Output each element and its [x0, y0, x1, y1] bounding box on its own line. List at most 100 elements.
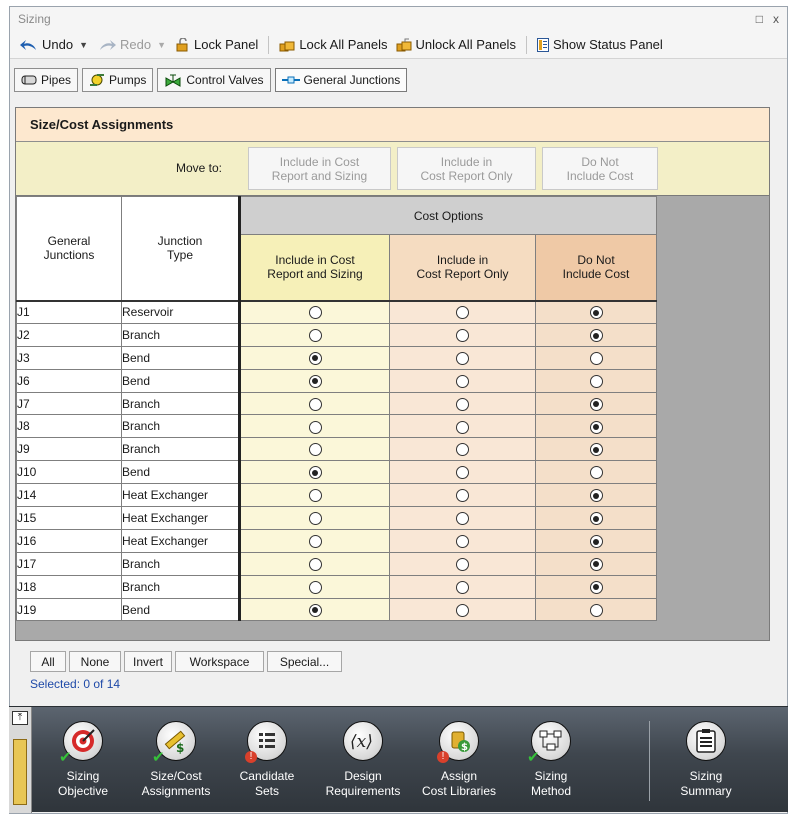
include-cost-sizing-radio[interactable] [308, 374, 322, 388]
move-to-do-not-include-button[interactable]: Do Not Include Cost [542, 147, 658, 190]
include-cost-sizing-radio[interactable] [308, 535, 322, 549]
nav-assign-cost-libraries[interactable]: $ ! Assign Cost Libraries [413, 721, 505, 799]
include-cost-sizing-radio[interactable] [308, 466, 322, 480]
cost-report-only-radio[interactable] [456, 306, 469, 320]
do-not-include-radio[interactable] [589, 603, 603, 617]
cost-report-only-radio[interactable] [456, 329, 469, 342]
table-row[interactable]: J14 Heat Exchanger [16, 483, 657, 508]
cost-report-only-radio[interactable] [456, 603, 469, 617]
nav-size-cost-assignments[interactable]: $ ✔ Size/Cost Assignments [130, 721, 222, 799]
cost-report-only-radio[interactable] [456, 580, 469, 594]
table-row[interactable]: J8 Branch [16, 414, 657, 439]
lock-all-panels-button[interactable]: Lock All Panels [275, 37, 391, 52]
tab-general-junctions[interactable]: General Junctions [274, 68, 408, 92]
move-to-include-cost-sizing-button[interactable]: Include in Cost Report and Sizing [248, 147, 391, 190]
junction-name-cell[interactable]: J6 [16, 368, 122, 393]
include-cost-sizing-radio[interactable] [308, 580, 322, 594]
do-not-include-radio[interactable] [589, 580, 603, 594]
do-not-include-radio[interactable] [589, 512, 603, 526]
table-row[interactable]: J17 Branch [16, 551, 657, 576]
show-status-panel-button[interactable]: Show Status Panel [533, 37, 667, 52]
nav-sizing-summary[interactable]: Sizing Summary [660, 721, 752, 799]
junction-name-cell[interactable]: J3 [16, 345, 122, 370]
do-not-include-radio[interactable] [589, 489, 603, 503]
include-cost-sizing-radio[interactable] [308, 329, 322, 342]
cost-report-only-radio[interactable] [456, 397, 469, 411]
col-header-do-not-include[interactable]: Do Not Include Cost [535, 234, 657, 302]
unlock-all-panels-button[interactable]: Unlock All Panels [392, 37, 520, 52]
undo-button[interactable]: Undo [16, 37, 77, 52]
nav-sizing-objective[interactable]: ✔ Sizing Objective [37, 721, 129, 799]
table-row[interactable]: J10 Bend [16, 460, 657, 485]
tab-pipes[interactable]: Pipes [14, 68, 79, 92]
cost-report-only-radio[interactable] [456, 557, 469, 571]
include-cost-sizing-radio[interactable] [308, 603, 322, 617]
cost-report-only-radio[interactable] [456, 420, 469, 434]
pin-icon[interactable]: ⤒ [12, 711, 28, 725]
lock-panel-button[interactable]: Lock Panel [172, 37, 262, 52]
include-cost-sizing-radio[interactable] [308, 557, 322, 571]
redo-dropdown-icon[interactable]: ▼ [155, 40, 172, 50]
junction-name-cell[interactable]: J15 [16, 506, 122, 530]
cost-report-only-radio[interactable] [456, 466, 469, 480]
do-not-include-radio[interactable] [589, 397, 603, 411]
workspace-selection-button[interactable]: Workspace [175, 651, 264, 672]
junction-name-cell[interactable]: J19 [16, 597, 122, 622]
col-header-include-cost-sizing[interactable]: Include in Cost Report and Sizing [239, 234, 390, 302]
junction-name-cell[interactable]: J9 [16, 437, 122, 462]
junction-name-cell[interactable]: J2 [16, 322, 122, 347]
include-cost-sizing-radio[interactable] [308, 351, 322, 365]
table-row[interactable]: J18 Branch [16, 574, 657, 599]
junction-name-cell[interactable]: J8 [16, 414, 122, 439]
table-row[interactable]: J6 Bend [16, 368, 657, 393]
cost-report-only-radio[interactable] [456, 374, 469, 388]
table-row[interactable]: J7 Branch [16, 391, 657, 416]
include-cost-sizing-radio[interactable] [308, 489, 322, 503]
do-not-include-radio[interactable] [589, 306, 603, 320]
select-none-button[interactable]: None [69, 651, 121, 672]
junction-name-cell[interactable]: J17 [16, 551, 122, 576]
cost-report-only-radio[interactable] [456, 512, 469, 526]
junction-name-cell[interactable]: J16 [16, 528, 122, 553]
table-row[interactable]: J2 Branch [16, 322, 657, 347]
do-not-include-radio[interactable] [589, 351, 603, 365]
include-cost-sizing-radio[interactable] [308, 420, 322, 434]
select-all-button[interactable]: All [30, 651, 66, 672]
nav-candidate-sets[interactable]: ! Candidate Sets [221, 721, 313, 799]
cost-report-only-radio[interactable] [456, 443, 469, 457]
junction-name-cell[interactable]: J18 [16, 574, 122, 599]
include-cost-sizing-radio[interactable] [308, 443, 322, 457]
close-icon[interactable]: x [773, 12, 779, 26]
table-row[interactable]: J16 Heat Exchanger [16, 528, 657, 553]
table-row[interactable]: J15 Heat Exchanger [16, 506, 657, 530]
table-row[interactable]: J19 Bend [16, 597, 657, 622]
cost-report-only-radio[interactable] [456, 535, 469, 549]
cost-report-only-radio[interactable] [456, 489, 469, 503]
do-not-include-radio[interactable] [589, 466, 603, 480]
do-not-include-radio[interactable] [589, 420, 603, 434]
special-selection-button[interactable]: Special... [267, 651, 342, 672]
table-row[interactable]: J1 Reservoir [16, 300, 657, 324]
redo-button[interactable]: Redo [94, 37, 155, 52]
col-header-cost-report-only[interactable]: Include in Cost Report Only [389, 234, 536, 302]
nav-design-requirements[interactable]: ⟨x⟩ Design Requirements [317, 721, 409, 799]
tab-pumps[interactable]: Pumps [82, 68, 154, 92]
table-row[interactable]: J9 Branch [16, 437, 657, 462]
move-to-cost-report-only-button[interactable]: Include in Cost Report Only [397, 147, 536, 190]
include-cost-sizing-radio[interactable] [308, 512, 322, 526]
do-not-include-radio[interactable] [589, 535, 603, 549]
junction-name-cell[interactable]: J7 [16, 391, 122, 416]
cost-report-only-radio[interactable] [456, 351, 469, 365]
nav-sizing-method[interactable]: ✔ Sizing Method [505, 721, 597, 799]
do-not-include-radio[interactable] [589, 329, 603, 342]
include-cost-sizing-radio[interactable] [308, 397, 322, 411]
undo-dropdown-icon[interactable]: ▼ [77, 40, 94, 50]
restore-icon[interactable]: □ [756, 12, 763, 26]
invert-selection-button[interactable]: Invert [124, 651, 172, 672]
do-not-include-radio[interactable] [589, 557, 603, 571]
junction-name-cell[interactable]: J10 [16, 460, 122, 485]
junction-name-cell[interactable]: J1 [16, 300, 122, 324]
table-row[interactable]: J3 Bend [16, 345, 657, 370]
include-cost-sizing-radio[interactable] [308, 306, 322, 320]
do-not-include-radio[interactable] [589, 374, 603, 388]
